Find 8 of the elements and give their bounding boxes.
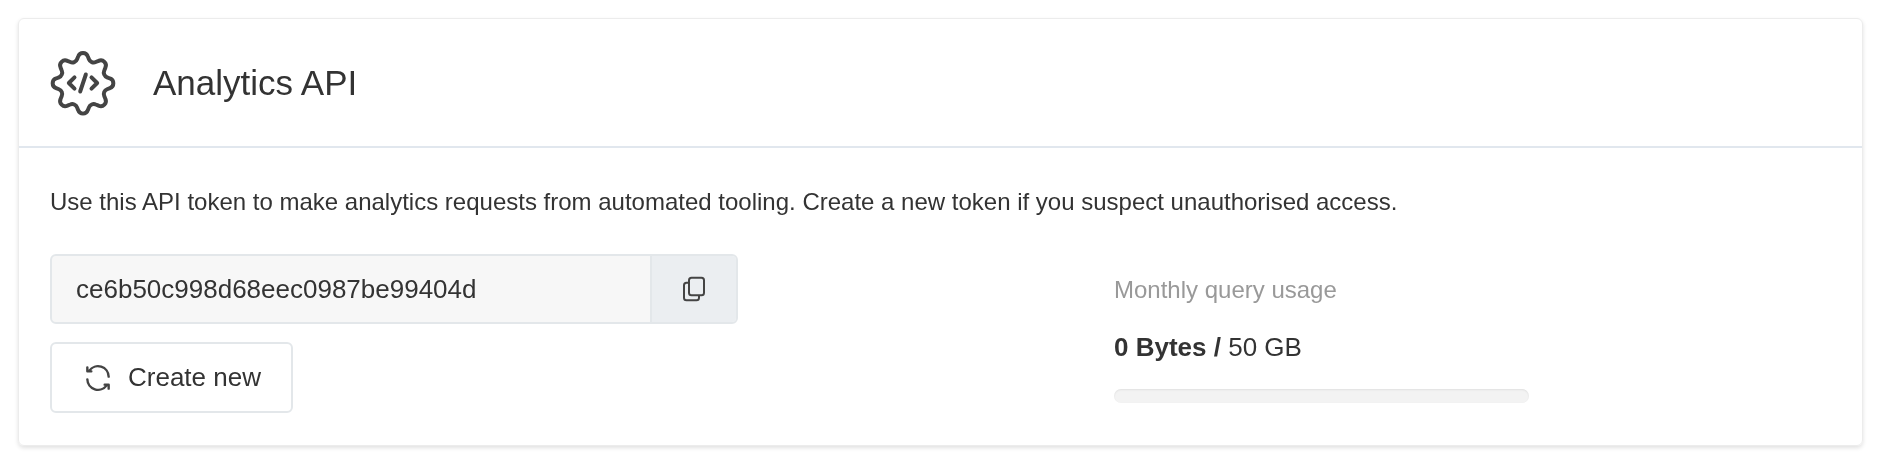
card-title: Analytics API <box>153 62 358 103</box>
code-gear-icon <box>49 48 117 117</box>
usage-label: Monthly query usage <box>1114 276 1338 304</box>
copy-button[interactable] <box>650 256 736 322</box>
description-text: Use this API token to make analytics requests from automated tooling. Create a new token if you suspect unauthorised access. <box>50 188 1399 216</box>
create-new-button[interactable]: Create new <box>50 342 293 413</box>
token-field[interactable]: ce6b50c998d68eec0987be99404d <box>50 254 738 324</box>
usage-reading: 0 Bytes / 50 GB <box>1114 332 1303 363</box>
